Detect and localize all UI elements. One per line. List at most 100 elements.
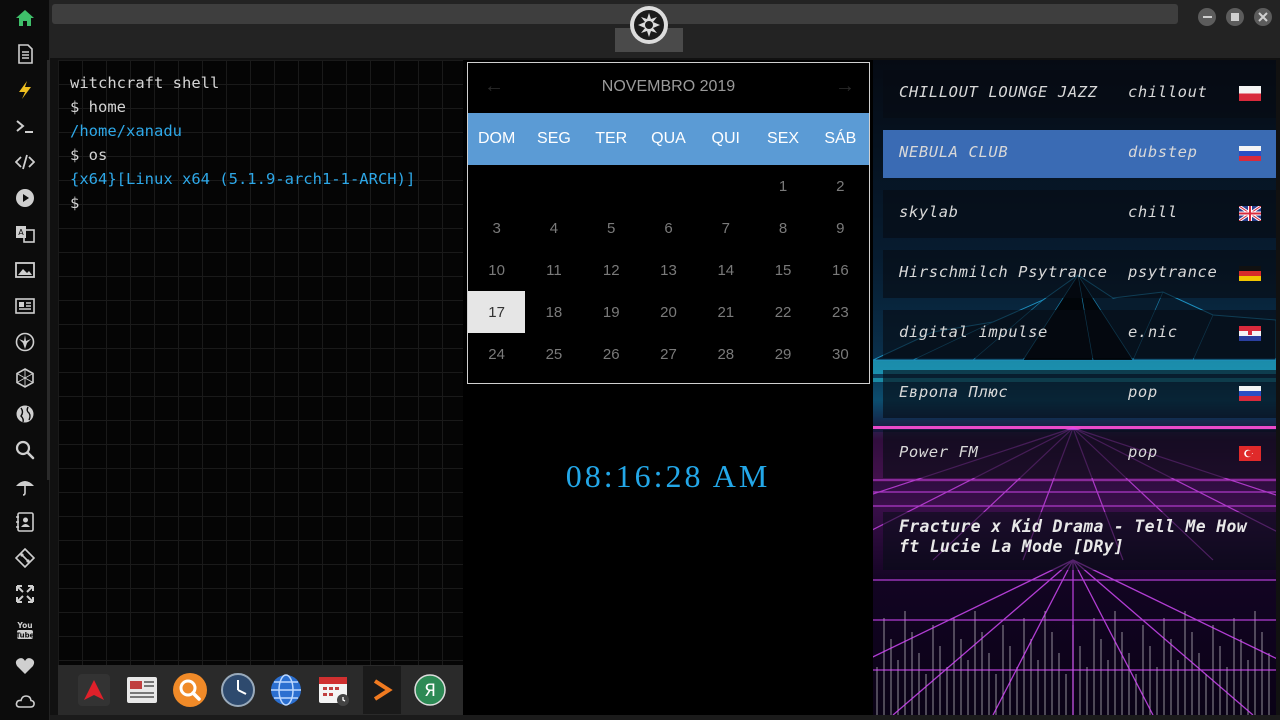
station-genre: pop (1128, 443, 1158, 461)
heart-icon[interactable] (0, 648, 50, 684)
calendar-day[interactable]: 12 (583, 249, 640, 291)
calendar-day[interactable]: 27 (640, 333, 697, 375)
calendar-day[interactable]: 25 (525, 333, 582, 375)
lightning-icon[interactable] (0, 72, 50, 108)
weekday-label: DOM (477, 130, 516, 147)
germany-flag-icon (1239, 266, 1261, 281)
close-icon[interactable] (1254, 8, 1272, 26)
app-dock: Я (58, 665, 463, 715)
calendar-day[interactable]: 5 (583, 207, 640, 249)
terminal-window[interactable]: witchcraft shell $ home /home/xanadu $ o… (58, 60, 463, 665)
yandex-app-icon[interactable]: Я (411, 671, 449, 709)
calendar-day[interactable]: 29 (754, 333, 811, 375)
now-playing-line: Fracture x Kid Drama - Tell Me How (899, 517, 1247, 536)
radio-station-row[interactable]: Hirschmilch Psytrance psytrance (883, 250, 1276, 298)
play-icon[interactable] (0, 180, 50, 216)
calendar-day[interactable]: 23 (812, 291, 869, 333)
magnifier-app-icon[interactable] (171, 671, 209, 709)
calendar-day-today[interactable]: 17 (468, 291, 526, 333)
now-playing-line: ft Lucie La Mode [DRy] (899, 537, 1125, 556)
prev-month-button[interactable]: ← (484, 75, 504, 98)
calendar-day[interactable]: 9 (812, 207, 869, 249)
radio-station-row[interactable]: Европа Плюс pop (883, 370, 1276, 418)
weekday-label: QUI (711, 130, 740, 147)
arch-app-icon[interactable] (75, 671, 113, 709)
hexagon-icon[interactable] (0, 360, 50, 396)
calendar-month-label: NOVEMBRO 2019 (601, 78, 736, 95)
rebel-alliance-icon[interactable] (0, 324, 50, 360)
terminal-line: /home/xanadu (70, 122, 182, 140)
radio-station-row[interactable]: digital impulse e.nic (883, 310, 1276, 358)
browser-globe-icon[interactable] (267, 671, 305, 709)
calendar-day[interactable]: 30 (812, 333, 869, 375)
radio-station-row[interactable]: CHILLOUT LOUNGE JAZZ chillout (883, 70, 1276, 118)
news-icon[interactable] (0, 288, 50, 324)
calendar-day[interactable]: 20 (640, 291, 697, 333)
station-name: NEBULA CLUB (899, 143, 1009, 161)
weekday-label: SEX (767, 130, 800, 147)
svg-text:You: You (16, 621, 32, 630)
document-icon[interactable] (0, 36, 50, 72)
calendar-day[interactable]: 28 (697, 333, 754, 375)
calendar-day[interactable]: 8 (754, 207, 811, 249)
calendar-day[interactable]: 22 (754, 291, 811, 333)
translate-icon[interactable]: A (0, 216, 50, 252)
minimize-icon[interactable] (1198, 8, 1216, 26)
calendar-day[interactable]: 6 (640, 207, 697, 249)
next-month-button[interactable]: → (835, 75, 855, 98)
calendar-day[interactable]: 24 (468, 333, 525, 375)
news-reader-icon[interactable] (123, 671, 161, 709)
calendar-day[interactable]: 3 (468, 207, 525, 249)
calendar-day[interactable]: 4 (525, 207, 582, 249)
weekday-label: QUA (651, 130, 686, 147)
station-name: skylab (899, 203, 959, 221)
git-icon[interactable] (0, 540, 50, 576)
galactic-empire-icon[interactable] (630, 6, 668, 44)
calendar-weekdays: DOM SEG TER QUA QUI SEX SÁB (468, 113, 869, 165)
terminal-app-icon[interactable] (363, 666, 401, 714)
maximize-icon[interactable] (1226, 8, 1244, 26)
uk-flag-icon (1239, 206, 1261, 221)
expand-icon[interactable] (0, 576, 50, 612)
calendar-empty-cell (583, 165, 640, 207)
calendar-day[interactable]: 18 (525, 291, 582, 333)
calendar-day[interactable]: 14 (697, 249, 754, 291)
radio-station-row[interactable]: NEBULA CLUB dubstep (883, 130, 1276, 178)
calendar-day[interactable]: 2 (812, 165, 869, 207)
calendar-day[interactable]: 16 (812, 249, 869, 291)
globe-icon[interactable] (0, 396, 50, 432)
radio-station-panel: CHILLOUT LOUNGE JAZZ chillout NEBULA CLUB d… (873, 60, 1276, 715)
calendar-day[interactable]: 10 (468, 249, 525, 291)
umbrella-icon[interactable] (0, 468, 50, 504)
station-genre: dubstep (1128, 143, 1198, 161)
terminal-prompt[interactable]: $ (70, 191, 451, 215)
station-name: digital impulse (899, 323, 1048, 341)
calendar-day[interactable]: 19 (583, 291, 640, 333)
calendar-day[interactable]: 1 (754, 165, 811, 207)
search-icon[interactable] (0, 432, 50, 468)
terminal-icon[interactable] (0, 108, 50, 144)
calendar-app-icon[interactable] (315, 671, 353, 709)
calendar-day[interactable]: 21 (697, 291, 754, 333)
terminal-line: $ home (70, 98, 126, 116)
cloud-icon[interactable] (0, 684, 50, 720)
calendar-day[interactable]: 11 (525, 249, 582, 291)
contacts-icon[interactable] (0, 504, 50, 540)
clock-app-icon[interactable] (219, 671, 257, 709)
now-playing: Fracture x Kid Drama - Tell Me How ft Lu… (883, 512, 1276, 570)
terminal-line: $ os (70, 146, 108, 164)
weekday-label: SÁB (824, 130, 857, 147)
calendar-day[interactable]: 26 (583, 333, 640, 375)
code-icon[interactable] (0, 144, 50, 180)
home-icon[interactable] (0, 0, 50, 36)
calendar-days-grid: 1 2 3 4 5 6 7 8 9 10 11 12 13 14 15 16 17 18 19 20 21 22 23 24 2… (468, 165, 869, 375)
calendar-day[interactable]: 7 (697, 207, 754, 249)
calendar-day[interactable]: 15 (754, 249, 811, 291)
calendar-day[interactable]: 13 (640, 249, 697, 291)
top-drag-bar[interactable] (52, 4, 1178, 24)
radio-station-row[interactable]: skylab chill (883, 190, 1276, 238)
youtube-icon[interactable]: You Tube (0, 612, 50, 648)
station-name: Hirschmilch Psytrance (899, 263, 1108, 281)
radio-station-row[interactable]: Power FM pop (883, 430, 1276, 478)
image-icon[interactable] (0, 252, 50, 288)
